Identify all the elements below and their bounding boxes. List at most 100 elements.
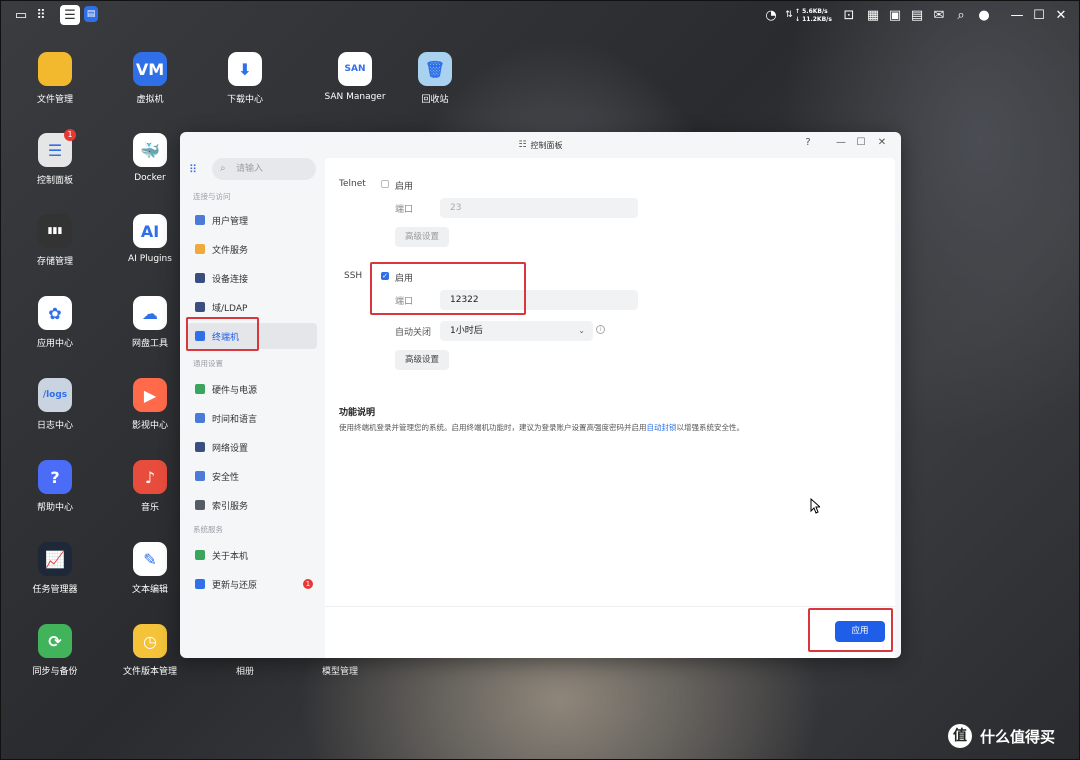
maximize-button[interactable]: ☐ [853,137,869,148]
file-version-icon: ◷ [133,624,167,658]
messages-icon[interactable]: ✉ [928,5,950,25]
sidebar-item-label: 更新与还原 [212,580,258,591]
download-center-icon: ⬇ [228,52,262,86]
desktop-icon-vm[interactable]: VM 虚拟机 [105,52,195,105]
help-button[interactable]: ? [800,137,816,148]
desktop-icon-recycle-bin[interactable]: 🗑 回收站 [390,52,480,105]
display-icon[interactable]: ▣ [884,5,906,25]
sidebar-item-security[interactable]: 安全性 [187,463,317,489]
desktop-icon-label: 回收站 [421,95,449,105]
window-titlebar[interactable]: ☷ 控制面板 ? — ☐ ✕ [180,132,901,158]
desktop-icon-storage[interactable]: ▮▮▮ 存储管理 [10,214,100,267]
show-desktop-icon[interactable]: ▭ [10,5,32,25]
sidebar-item-label: 文件服务 [212,245,249,256]
domain-ldap-icon [195,302,205,312]
telnet-advanced-button[interactable]: 高级设置 [395,227,450,247]
task-manager-glyph: 📈 [45,549,65,569]
sidebar-item-terminal[interactable]: 终端机 [187,323,317,349]
sidebar-item-update-restore[interactable]: 更新与还原 1 [187,571,317,597]
text-editor-glyph: ✎ [143,549,157,569]
desktop-icon-log-center[interactable]: /logs 日志中心 [10,378,100,431]
user-management-icon [195,215,205,225]
sidebar-item-label: 时间和语言 [212,414,258,425]
description-text-after: 以增强系统安全性。 [676,423,745,432]
mouse-cursor-icon [810,498,820,514]
desktop-icon-task-manager[interactable]: 📈 任务管理器 [10,542,100,595]
telnet-enable-checkbox[interactable] [381,180,389,188]
sidebar-item-label: 索引服务 [212,501,249,512]
maximize-icon[interactable]: ☐ [1028,5,1050,25]
desktop-icon-label: 控制面板 [36,176,73,186]
sidebar-item-label: 设备连接 [212,274,249,285]
notes-icon[interactable]: ▦ [862,5,884,25]
control-panel-glyph: ☰ [47,140,63,160]
task-manager-icon: 📈 [38,542,72,576]
ssh-port-label: 端口 [395,297,414,307]
grid-icon[interactable]: ⠿ [189,163,197,176]
sidebar-item-network[interactable]: 网络设置 [187,434,317,460]
ssh-advanced-button[interactable]: 高级设置 [395,350,450,370]
search-input[interactable]: 请输入 [212,158,316,180]
video-center-glyph: ▶ [143,385,157,405]
sidebar-item-label: 硬件与电源 [212,385,258,396]
desktop-icon-app-center[interactable]: ✿ 应用中心 [10,296,100,349]
app-center-icon: ✿ [38,296,72,330]
desktop-icon-label: 相册 [235,667,254,677]
update-restore-icon [195,579,205,589]
footer-divider [325,606,895,607]
auto-block-link[interactable]: 自动封锁 [647,423,677,432]
desktop-icon-label: 模型管理 [321,667,358,677]
desktop-icon-sync-backup[interactable]: ⟳ 同步与备份 [10,624,100,677]
close-icon[interactable]: ✕ [1050,5,1072,25]
info-icon[interactable]: i [596,325,605,334]
ssh-enable-checkbox[interactable]: ✓ [381,272,389,280]
sidebar-item-file-services[interactable]: 文件服务 [187,236,317,262]
control-panel-task-icon[interactable]: ☰ [60,5,80,25]
watermark-logo: 值 [948,724,972,748]
sidebar-item-about[interactable]: 关于本机 [187,542,317,568]
desktop-icon-download-center[interactable]: ⬇ 下载中心 [200,52,290,105]
sidebar-item-label: 安全性 [212,472,240,483]
sidebar-item-hardware-power[interactable]: 硬件与电源 [187,376,317,402]
group-label-general: 通用设置 [193,359,223,368]
desktop-icon-control-panel[interactable]: ☰ 1 控制面板 [10,129,100,186]
docker-glyph: 🐳 [140,140,160,160]
auto-close-value: 1小时后 [450,326,483,336]
close-button[interactable]: ✕ [874,137,890,148]
minimize-icon[interactable]: — [1006,5,1028,25]
app-grid-icon[interactable]: ⠿ [30,5,52,25]
control-panel-title-icon: ☷ [518,140,527,150]
auto-close-select[interactable]: 1小时后 ⌄ [440,321,593,341]
desktop-icon-files[interactable]: 文件管理 [10,52,100,105]
app-center-glyph: ✿ [48,303,62,323]
monitor-task-icon[interactable]: ▤ [84,6,98,22]
minimize-button[interactable]: — [833,137,849,148]
desktop-icon-label: 同步与备份 [32,667,78,677]
video-center-icon: ▶ [133,378,167,412]
sidebar-item-user-management[interactable]: 用户管理 [187,207,317,233]
tasks-icon[interactable]: ⊡ [838,5,860,25]
apply-button[interactable]: 应用 [835,621,885,642]
sync-backup-icon: ⟳ [38,624,72,658]
telnet-enable-label: 启用 [395,182,414,192]
user-icon[interactable]: ● [973,5,995,25]
sidebar-item-time-language[interactable]: 时间和语言 [187,405,317,431]
desktop-icon-label: 虚拟机 [136,95,164,105]
desktop-icon-label: SAN Manager [324,92,386,102]
sidebar-item-label: 用户管理 [212,216,249,227]
download-center-glyph: ⬇ [238,59,252,79]
sidebar-item-index-service[interactable]: 索引服务 [187,492,317,518]
network-icon [195,442,205,452]
search-icon[interactable]: ⌕ [950,5,972,25]
desktop-icon-san-manager[interactable]: SAN SAN Manager [310,52,400,102]
update-badge: 1 [303,579,313,589]
window-title: 控制面板 [530,140,563,150]
chevron-down-icon: ⌄ [578,326,585,335]
telnet-port-field[interactable]: 23 [440,198,638,218]
desktop-icon-help-center[interactable]: ? 帮助中心 [10,460,100,513]
ssh-port-field[interactable]: 12322 [440,290,638,310]
widgets-icon[interactable]: ▤ [906,5,928,25]
sidebar-item-domain-ldap[interactable]: 域/LDAP [187,294,317,320]
desktop-icon-label: 下载中心 [226,95,263,105]
sidebar-item-device-connection[interactable]: 设备连接 [187,265,317,291]
